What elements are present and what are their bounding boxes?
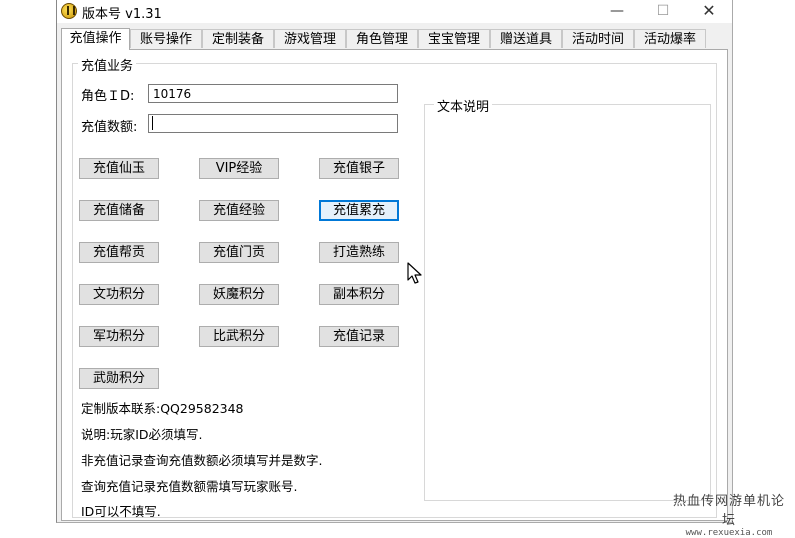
civil-merit-points-button[interactable]: 文功积分 bbox=[79, 284, 159, 305]
demon-points-button[interactable]: 妖魔积分 bbox=[199, 284, 279, 305]
contact-note: 定制版本联系:QQ29582348 bbox=[81, 401, 244, 416]
note-line: ID可以不填写. bbox=[81, 504, 161, 519]
minimize-button[interactable]: — bbox=[594, 0, 640, 23]
group-title: 充值业务 bbox=[78, 55, 137, 74]
text-description-title: 文本说明 bbox=[434, 96, 493, 115]
note-line: 说明:玩家ID必须填写. bbox=[81, 427, 203, 442]
recharge-records-button[interactable]: 充值记录 bbox=[319, 326, 399, 347]
close-button[interactable]: ✕ bbox=[686, 0, 732, 23]
vip-exp-button[interactable]: VIP经验 bbox=[199, 158, 279, 179]
text-caret bbox=[152, 116, 153, 130]
note-line: 查询充值记录充值数额需填写玩家账号. bbox=[81, 479, 298, 494]
martial-honor-points-button[interactable]: 武勋积分 bbox=[79, 368, 159, 389]
tab-account[interactable]: 账号操作 bbox=[130, 29, 202, 48]
maximize-button[interactable]: ☐ bbox=[640, 0, 686, 23]
tab-event-drop-rate[interactable]: 活动爆率 bbox=[634, 29, 706, 48]
app-window: 版本号 v1.31 — ☐ ✕ 充值操作 账号操作 定制装备 游戏管理 角色管理… bbox=[56, 0, 733, 523]
tab-gift-items[interactable]: 赠送道具 bbox=[490, 29, 562, 48]
watermark-url: www.rexuexia.com bbox=[685, 528, 773, 538]
recharge-cumulative-button[interactable]: 充值累充 bbox=[319, 200, 399, 221]
title-bar: 版本号 v1.31 — ☐ ✕ bbox=[57, 0, 732, 23]
recharge-reserve-button[interactable]: 充值储备 bbox=[79, 200, 159, 221]
window-title: 版本号 v1.31 bbox=[82, 7, 162, 22]
amount-label: 充值数额: bbox=[81, 120, 138, 135]
recharge-guild-contribution-button[interactable]: 充值帮贡 bbox=[79, 242, 159, 263]
tab-game-management[interactable]: 游戏管理 bbox=[274, 29, 346, 48]
recharge-silver-button[interactable]: 充值银子 bbox=[319, 158, 399, 179]
watermark-title: 热血传网游单机论坛 bbox=[672, 494, 785, 528]
tab-recharge[interactable]: 充值操作 bbox=[61, 28, 130, 50]
military-merit-points-button[interactable]: 军功积分 bbox=[79, 326, 159, 347]
role-id-label: 角色ＩD: bbox=[81, 89, 135, 104]
note-line: 非充值记录查询充值数额必须填写并是数字. bbox=[81, 453, 323, 468]
watermark: 热血传网游单机论坛 www.rexuexia.com bbox=[668, 490, 790, 538]
recharge-sect-contribution-button[interactable]: 充值门贡 bbox=[199, 242, 279, 263]
amount-input[interactable] bbox=[148, 114, 398, 133]
recharge-exp-button[interactable]: 充值经验 bbox=[199, 200, 279, 221]
text-description-panel bbox=[424, 104, 711, 501]
tab-role-management[interactable]: 角色管理 bbox=[346, 29, 418, 48]
tab-event-time[interactable]: 活动时间 bbox=[562, 29, 634, 48]
app-logo-icon bbox=[61, 3, 77, 19]
forging-proficiency-button[interactable]: 打造熟练 bbox=[319, 242, 399, 263]
tab-custom-equipment[interactable]: 定制装备 bbox=[202, 29, 274, 48]
recharge-xianyu-button[interactable]: 充值仙玉 bbox=[79, 158, 159, 179]
mouse-pointer-icon bbox=[407, 262, 422, 284]
dungeon-points-button[interactable]: 副本积分 bbox=[319, 284, 399, 305]
martial-contest-points-button[interactable]: 比武积分 bbox=[199, 326, 279, 347]
recharge-panel: 充值业务 文本说明 角色ＩD: 充值数额: 充值仙玉 VIP经验 充值银子 充值… bbox=[61, 49, 728, 521]
role-id-input[interactable] bbox=[148, 84, 398, 103]
tab-pet-management[interactable]: 宝宝管理 bbox=[418, 29, 490, 48]
